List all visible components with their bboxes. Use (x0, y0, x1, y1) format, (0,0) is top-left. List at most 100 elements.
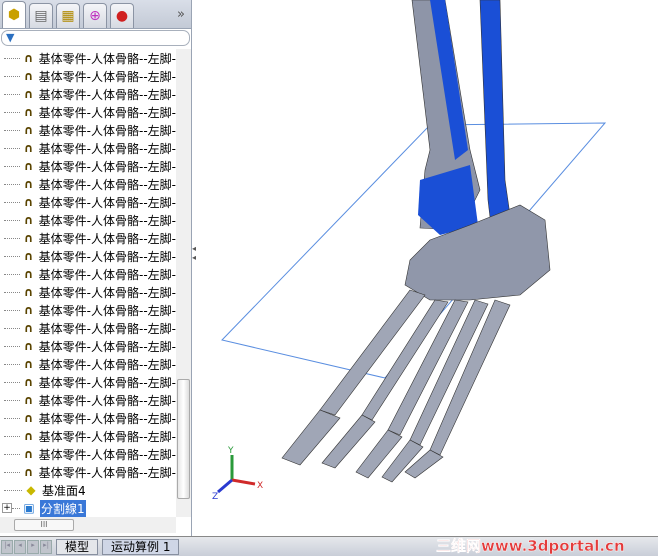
part-icon: ∩ (23, 87, 34, 101)
tab-display-manager[interactable]: ● (110, 3, 134, 28)
more-tabs-button[interactable]: » (177, 7, 185, 22)
graphics-viewport[interactable]: Y X Z (198, 0, 658, 536)
configuration-icon: ▦ (61, 8, 75, 24)
prev-tab-button[interactable]: ◂ (14, 539, 26, 554)
panel-tabs: ⬢ ▤ ▦ ⊕ ● » (0, 0, 191, 29)
tree-item-label: 基体零件-人体骨骼--左脚- (38, 195, 176, 210)
tree-connector (4, 363, 21, 365)
tree-connector (4, 237, 21, 239)
tree-item-label: 基体零件-人体骨骼--左脚- (38, 177, 176, 192)
tree-connector (4, 471, 21, 473)
tree-connector (4, 93, 21, 95)
expand-icon[interactable]: + (2, 503, 12, 513)
tree-item-part[interactable]: ∩ 基体零件-人体骨骼--左脚- (0, 85, 176, 103)
tree-connector (4, 453, 21, 455)
part-icon: ∩ (23, 339, 34, 353)
tab-feature-manager[interactable]: ⬢ (2, 1, 26, 28)
tree-item-part[interactable]: ∩ 基体零件-人体骨骼--左脚- (0, 355, 176, 373)
tree-item-part[interactable]: ∩ 基体零件-人体骨骼--左脚- (0, 121, 176, 139)
tree-item-part[interactable]: ∩ 基体零件-人体骨骼--左脚- (0, 67, 176, 85)
triad-y-label: Y (227, 446, 234, 456)
tree-item-part[interactable]: ∩ 基体零件-人体骨骼--左脚- (0, 193, 176, 211)
tree-item-part[interactable]: ∩ 基体零件-人体骨骼--左脚- (0, 247, 176, 265)
tree-item-part[interactable]: ∩ 基体零件-人体骨骼--左脚- (0, 463, 176, 481)
plane-icon: ◆ (26, 483, 36, 497)
tree-item-label: 基体零件-人体骨骼--左脚- (38, 231, 176, 246)
tree-item-part[interactable]: ∩ 基体零件-人体骨骼--左脚- (0, 373, 176, 391)
triad: Y X Z (212, 446, 263, 502)
property-icon: ▤ (34, 8, 48, 24)
vertical-scrollbar[interactable] (176, 49, 191, 517)
tree-item-part[interactable]: ∩ 基体零件-人体骨骼--左脚- (0, 175, 176, 193)
tree-item-label: 基体零件-人体骨骼--左脚- (38, 123, 176, 138)
foot-skeleton-model: Y X Z (212, 0, 607, 502)
next-tab-button[interactable]: ▸ (27, 539, 39, 554)
triad-x-label: X (257, 481, 263, 491)
part-icon: ∩ (23, 69, 34, 83)
tree-connector (4, 381, 21, 383)
last-tab-button[interactable]: ▸| (40, 539, 52, 554)
tree-item-label: 基体零件-人体骨骼--左脚- (38, 447, 176, 462)
part-icon: ∩ (23, 285, 34, 299)
tab-property-manager[interactable]: ▤ (29, 3, 53, 28)
tree-item-part[interactable]: ∩ 基体零件-人体骨骼--左脚- (0, 103, 176, 121)
tab-motion-study[interactable]: 运动算例 1 (102, 538, 180, 555)
tree-item-label: 基体零件-人体骨骼--左脚- (38, 393, 176, 408)
tree-item-part[interactable]: ∩ 基体零件-人体骨骼--左脚- (0, 157, 176, 175)
scrollbar-thumb[interactable]: III (14, 519, 74, 531)
part-icon: ∩ (23, 411, 34, 425)
part-icon: ∩ (23, 141, 34, 155)
tree-connector (4, 165, 21, 167)
tree-connector (4, 147, 21, 149)
tree-item-label: 基体零件-人体骨骼--左脚- (38, 375, 176, 390)
tab-configuration-manager[interactable]: ▦ (56, 3, 80, 28)
filter-input[interactable]: ▼ (1, 30, 190, 46)
scrollbar-thumb[interactable] (177, 379, 190, 499)
part-icon: ∩ (23, 159, 34, 173)
triad-z-label: Z (212, 492, 218, 502)
tree-connector (12, 507, 20, 509)
tree-item-label: 基体零件-人体骨骼--左脚- (38, 249, 176, 264)
tree-item-label: 基体零件-人体骨骼--左脚- (38, 69, 176, 84)
tree-connector (4, 75, 21, 77)
part-icon: ∩ (23, 123, 34, 137)
tree-item-part[interactable]: ∩ 基体零件-人体骨骼--左脚- (0, 445, 176, 463)
part-icon: ∩ (23, 357, 34, 371)
part-icon: ∩ (23, 447, 34, 461)
tree-item-label: 基体零件-人体骨骼--左脚- (38, 357, 176, 372)
tree-item-part[interactable]: ∩ 基体零件-人体骨骼--左脚- (0, 337, 176, 355)
tree-connector (4, 291, 21, 293)
horizontal-scrollbar[interactable]: III (0, 517, 176, 533)
tab-model[interactable]: 模型 (56, 538, 99, 555)
part-icon: ∩ (23, 195, 34, 209)
tree-item-part[interactable]: ∩ 基体零件-人体骨骼--左脚- (0, 229, 176, 247)
tree-item-label: 基体零件-人体骨骼--左脚- (38, 285, 176, 300)
tree-connector (4, 345, 21, 347)
tree-item-part[interactable]: ∩ 基体零件-人体骨骼--左脚- (0, 139, 176, 157)
crosshair-icon: ⊕ (89, 8, 101, 24)
tab-dimxpert-manager[interactable]: ⊕ (83, 3, 107, 28)
tree-item-label: 基体零件-人体骨骼--左脚- (38, 465, 176, 480)
tree-item-split-line[interactable]: + ▣ 分割線1 (0, 499, 176, 517)
tree-item-part[interactable]: ∩ 基体零件-人体骨骼--左脚- (0, 427, 176, 445)
tree-item-part[interactable]: ∩ 基体零件-人体骨骼--左脚- (0, 211, 176, 229)
tree-connector (4, 435, 21, 437)
tree-item-part[interactable]: ∩ 基体零件-人体骨骼--左脚- (0, 391, 176, 409)
feature-tree: ∩ 基体零件-人体骨骼--左脚- ∩ 基体零件-人体骨骼--左脚- ∩ 基体零件-人体骨骼… (0, 49, 176, 517)
tree-item-label: 分割線1 (40, 499, 86, 517)
tree-item-part[interactable]: ∩ 基体零件-人体骨骼--左脚- (0, 409, 176, 427)
tree-item-label: 基体零件-人体骨骼--左脚- (38, 87, 176, 102)
tree-item-part[interactable]: ∩ 基体零件-人体骨骼--左脚- (0, 301, 176, 319)
tree-item-part[interactable]: ∩ 基体零件-人体骨骼--左脚- (0, 49, 176, 67)
tree-connector (4, 201, 21, 203)
feature-tree-icon: ⬢ (7, 7, 21, 23)
tree-item-plane[interactable]: ◆ 基准面4 (0, 481, 176, 499)
part-icon: ∩ (23, 231, 34, 245)
metatarsal-bones (319, 289, 511, 456)
tree-item-part[interactable]: ∩ 基体零件-人体骨骼--左脚- (0, 265, 176, 283)
first-tab-button[interactable]: |◂ (1, 539, 13, 554)
tree-item-part[interactable]: ∩ 基体零件-人体骨骼--左脚- (0, 283, 176, 301)
tree-item-label: 基体零件-人体骨骼--左脚- (38, 429, 176, 444)
tree-connector (4, 219, 21, 221)
tree-item-part[interactable]: ∩ 基体零件-人体骨骼--左脚- (0, 319, 176, 337)
